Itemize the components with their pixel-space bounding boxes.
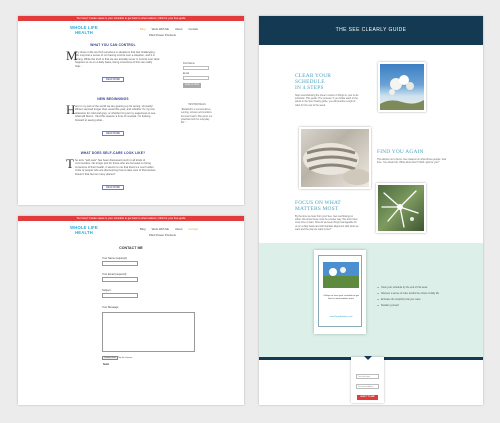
- post-excerpt: H ere in my part of the world we are gea…: [66, 101, 160, 127]
- nav-item-plant-power-products[interactable]: Plant Power Products: [149, 233, 176, 237]
- get-guide-button[interactable]: GIVE IT TO ME!: [357, 395, 378, 400]
- post-title[interactable]: WHAT DOES SELF-CARE LOOK LIKE?: [66, 151, 160, 156]
- signup-sidebar: First Name Email SIGN UP FREE: [183, 60, 211, 88]
- subject-field[interactable]: [102, 293, 138, 298]
- dropcap-letter: M: [66, 47, 78, 63]
- main-nav: Blog Work With Me About Contact: [140, 227, 198, 231]
- signup-button[interactable]: SIGN UP FREE: [183, 83, 201, 88]
- photo-pillows: [299, 127, 371, 189]
- nav-item-work-with-me[interactable]: Work With Me: [152, 227, 170, 231]
- ebook-url: www.fiftyandfabulous.com: [329, 316, 353, 318]
- post-excerpt: T he term "self-care" has been discussed…: [66, 155, 160, 181]
- benefit-list: Clear your schedule by the end of this w…: [377, 286, 439, 310]
- post-excerpt-text: ere in my part of the world we are geari…: [75, 104, 156, 122]
- logo-line-2: HEALTH: [75, 29, 93, 35]
- post-excerpt: M any times in life we find ourselves in…: [66, 47, 160, 73]
- site-logo[interactable]: WHOLE LIFE HEALTH: [64, 25, 104, 36]
- site-logo[interactable]: WHOLE LIFE HEALTH: [64, 225, 104, 236]
- testimonial: TESTIMONIALS "Elizabeth's a conscientiou…: [181, 103, 213, 124]
- ebook-cover: 4 Steps to clear your schedule to get ba…: [314, 250, 366, 334]
- guide-header: THE SEE CLEARLY GUIDE: [259, 16, 483, 45]
- guide-section-2: FIND YOU AGAIN This allows me to focus. …: [377, 149, 447, 164]
- email-field[interactable]: [183, 76, 209, 80]
- list-item: Discover a sense of order amidst the cha…: [377, 292, 439, 295]
- section-text: By the time we hear from your See. Get o…: [295, 215, 359, 231]
- blog-page-panel: Too busy? Create space in your schedule …: [18, 16, 244, 205]
- section-title-line-2: IN 4 STEPS: [295, 85, 324, 91]
- section-title: CLEAR YOUR SCHEDULE IN 4 STEPS: [295, 73, 359, 91]
- photo-white-lilies: [376, 183, 426, 233]
- read-more-button[interactable]: READ MORE: [102, 184, 124, 190]
- list-item: Embrace the simplicity that you crave: [377, 298, 439, 301]
- guide-landing-panel: THE SEE CLEARLY GUIDE CLEAR YOUR SCHEDUL…: [259, 16, 483, 405]
- section-title: FOCUS ON WHAT MATTERS MOST: [295, 200, 359, 212]
- testimonial-quote: "Elizabeth's a conscientious, serving, s…: [181, 108, 213, 125]
- ebook-title: 4 Steps to clear your schedule to get ba…: [323, 295, 359, 300]
- contact-page-panel: Too busy? Create space in your schedule …: [18, 216, 244, 405]
- ebook-cover-image: [323, 262, 359, 288]
- file-upload: Choose File No file chosen: [102, 356, 132, 360]
- section-title-line-1: FIND YOU AGAIN: [377, 149, 424, 155]
- subject-label: Subject: [102, 289, 111, 292]
- guide-section-3: FOCUS ON WHAT MATTERS MOST By the time w…: [295, 200, 359, 231]
- email-label: Your Email (required): [102, 273, 127, 276]
- optin-first-name-field[interactable]: Your first name: [356, 374, 379, 379]
- dropcap-letter: T: [66, 155, 74, 171]
- section-title-line-1: CLEAR YOUR SCHEDULE: [295, 73, 332, 85]
- page-title: CONTACT ME: [119, 246, 143, 250]
- read-more-button[interactable]: READ MORE: [102, 76, 124, 82]
- guide-section-1: CLEAR YOUR SCHEDULE IN 4 STEPS Stop over…: [295, 73, 359, 107]
- list-item: Reclaim yourself: [377, 304, 439, 307]
- optin-pointer: [364, 356, 372, 360]
- post-excerpt-text: he term "self-care" has been discussed m…: [75, 158, 157, 176]
- pillows-image: [303, 143, 371, 185]
- offer-band: [259, 243, 483, 359]
- section-text: This allows me to focus. See clearest on…: [377, 158, 447, 165]
- first-name-field[interactable]: [183, 66, 209, 70]
- message-label: Your Message: [102, 306, 119, 309]
- nav-item-blog[interactable]: Blog: [140, 27, 146, 31]
- post-excerpt-text: any times in life we find ourselves in s…: [75, 50, 160, 68]
- nav-item-contact[interactable]: Contact: [188, 227, 198, 231]
- email-field[interactable]: [102, 277, 138, 282]
- ebook-inner: 4 Steps to clear your schedule to get ba…: [318, 255, 362, 327]
- message-textarea[interactable]: [102, 312, 195, 352]
- site-header: WHOLE LIFE HEALTH Blog Work With Me Abou…: [18, 21, 244, 41]
- nav-item-contact[interactable]: Contact: [188, 27, 198, 31]
- section-text: Stop overwhelming the sheer number of th…: [295, 94, 359, 107]
- optin-form: Your first name Your email address GIVE …: [351, 356, 384, 403]
- list-item: Clear your schedule by the end of this w…: [377, 286, 439, 289]
- dropcap-letter: H: [66, 101, 76, 117]
- send-button[interactable]: Send: [103, 363, 109, 366]
- section-title: FIND YOU AGAIN: [377, 149, 447, 155]
- read-more-button[interactable]: READ MORE: [102, 130, 124, 136]
- post-title[interactable]: WHAT YOU CAN CONTROL: [66, 43, 160, 48]
- main-nav: Blog Work With Me About Contact: [140, 27, 198, 31]
- name-label: Your Name (required): [102, 257, 127, 260]
- blog-post-2: NEW BEGINNINGS H ere in my part of the w…: [66, 97, 160, 136]
- file-status: No file chosen: [118, 357, 133, 359]
- choose-file-button[interactable]: Choose File: [102, 356, 118, 360]
- nav-item-about[interactable]: About: [175, 227, 182, 231]
- post-title[interactable]: NEW BEGINNINGS: [66, 97, 160, 102]
- photo-sky-flowers: [378, 62, 426, 112]
- blog-post-1: WHAT YOU CAN CONTROL M any times in life…: [66, 43, 160, 82]
- blog-post-3: WHAT DOES SELF-CARE LOOK LIKE? T he term…: [66, 151, 160, 190]
- site-header: WHOLE LIFE HEALTH Blog Work With Me Abou…: [18, 221, 244, 241]
- nav-item-blog[interactable]: Blog: [140, 227, 146, 231]
- sky-flowers-image: [380, 75, 424, 110]
- section-title-line-2: MATTERS MOST: [295, 206, 339, 212]
- white-lilies-image: [381, 190, 419, 228]
- testimonial-heading: TESTIMONIALS: [188, 103, 206, 106]
- logo-line-2: HEALTH: [75, 229, 93, 235]
- nav-item-work-with-me[interactable]: Work With Me: [152, 27, 170, 31]
- name-field[interactable]: [102, 261, 138, 266]
- nav-item-plant-power-products[interactable]: Plant Power Products: [149, 33, 176, 37]
- first-name-label: First Name: [183, 62, 195, 65]
- optin-email-field[interactable]: Your email address: [356, 384, 379, 389]
- email-label: Email: [183, 72, 189, 75]
- nav-item-about[interactable]: About: [175, 27, 182, 31]
